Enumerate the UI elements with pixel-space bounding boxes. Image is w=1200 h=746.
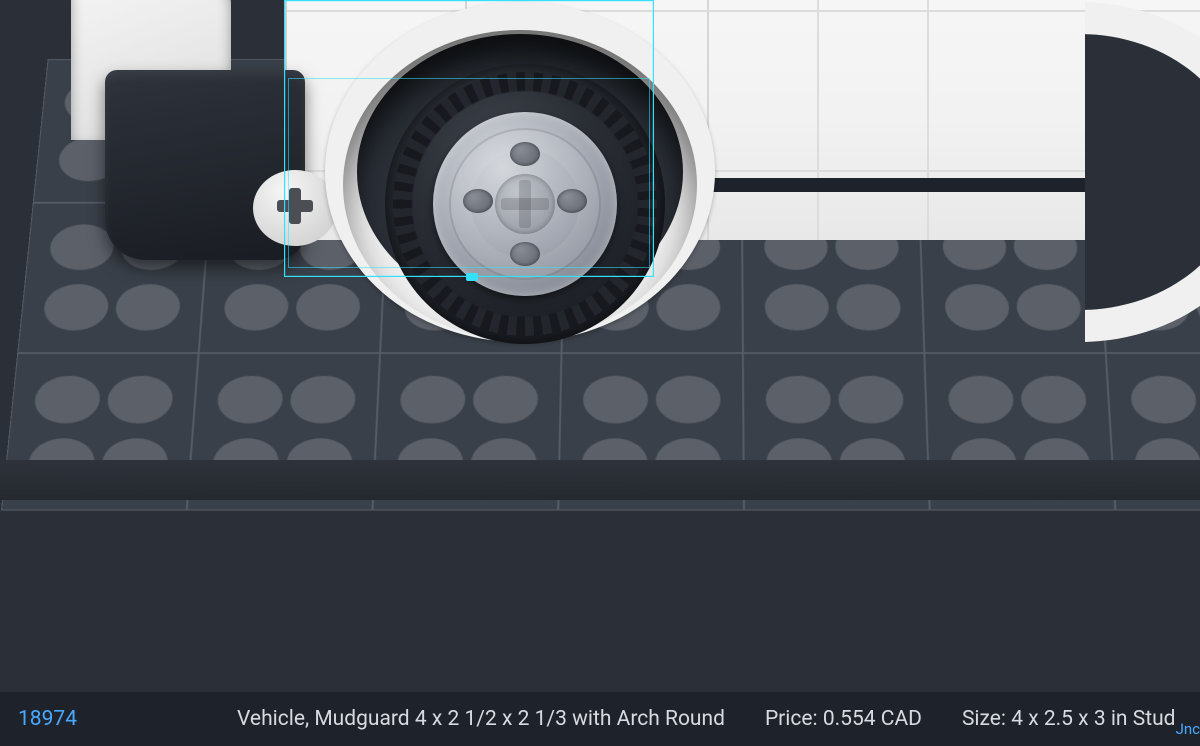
price-label: Price: 0.554 CAD: [765, 707, 922, 731]
rear-wheel-arch: [1085, 2, 1200, 342]
baseplate-edge: [0, 460, 1200, 500]
status-bar: 18974 Vehicle, Mudguard 4 x 2 1/2 x 2 1/…: [0, 692, 1200, 746]
part-id-link[interactable]: 18974: [18, 707, 77, 731]
front-wheel[interactable]: [385, 64, 665, 344]
3d-viewport[interactable]: [0, 0, 1200, 690]
wheel-hub: [433, 112, 617, 296]
vehicle-model[interactable]: [45, 0, 1200, 390]
axle-cross-icon: [277, 188, 313, 224]
selection-handle[interactable]: [466, 273, 478, 281]
part-name-label: Vehicle, Mudguard 4 x 2 1/2 x 2 1/3 with…: [237, 707, 725, 731]
front-bumper-assembly: [71, 10, 321, 270]
size-label: Size: 4 x 2.5 x 3 in Stud: [962, 707, 1176, 731]
truncated-link[interactable]: Jnc: [1176, 720, 1200, 738]
hub-cross-icon: [501, 180, 549, 228]
